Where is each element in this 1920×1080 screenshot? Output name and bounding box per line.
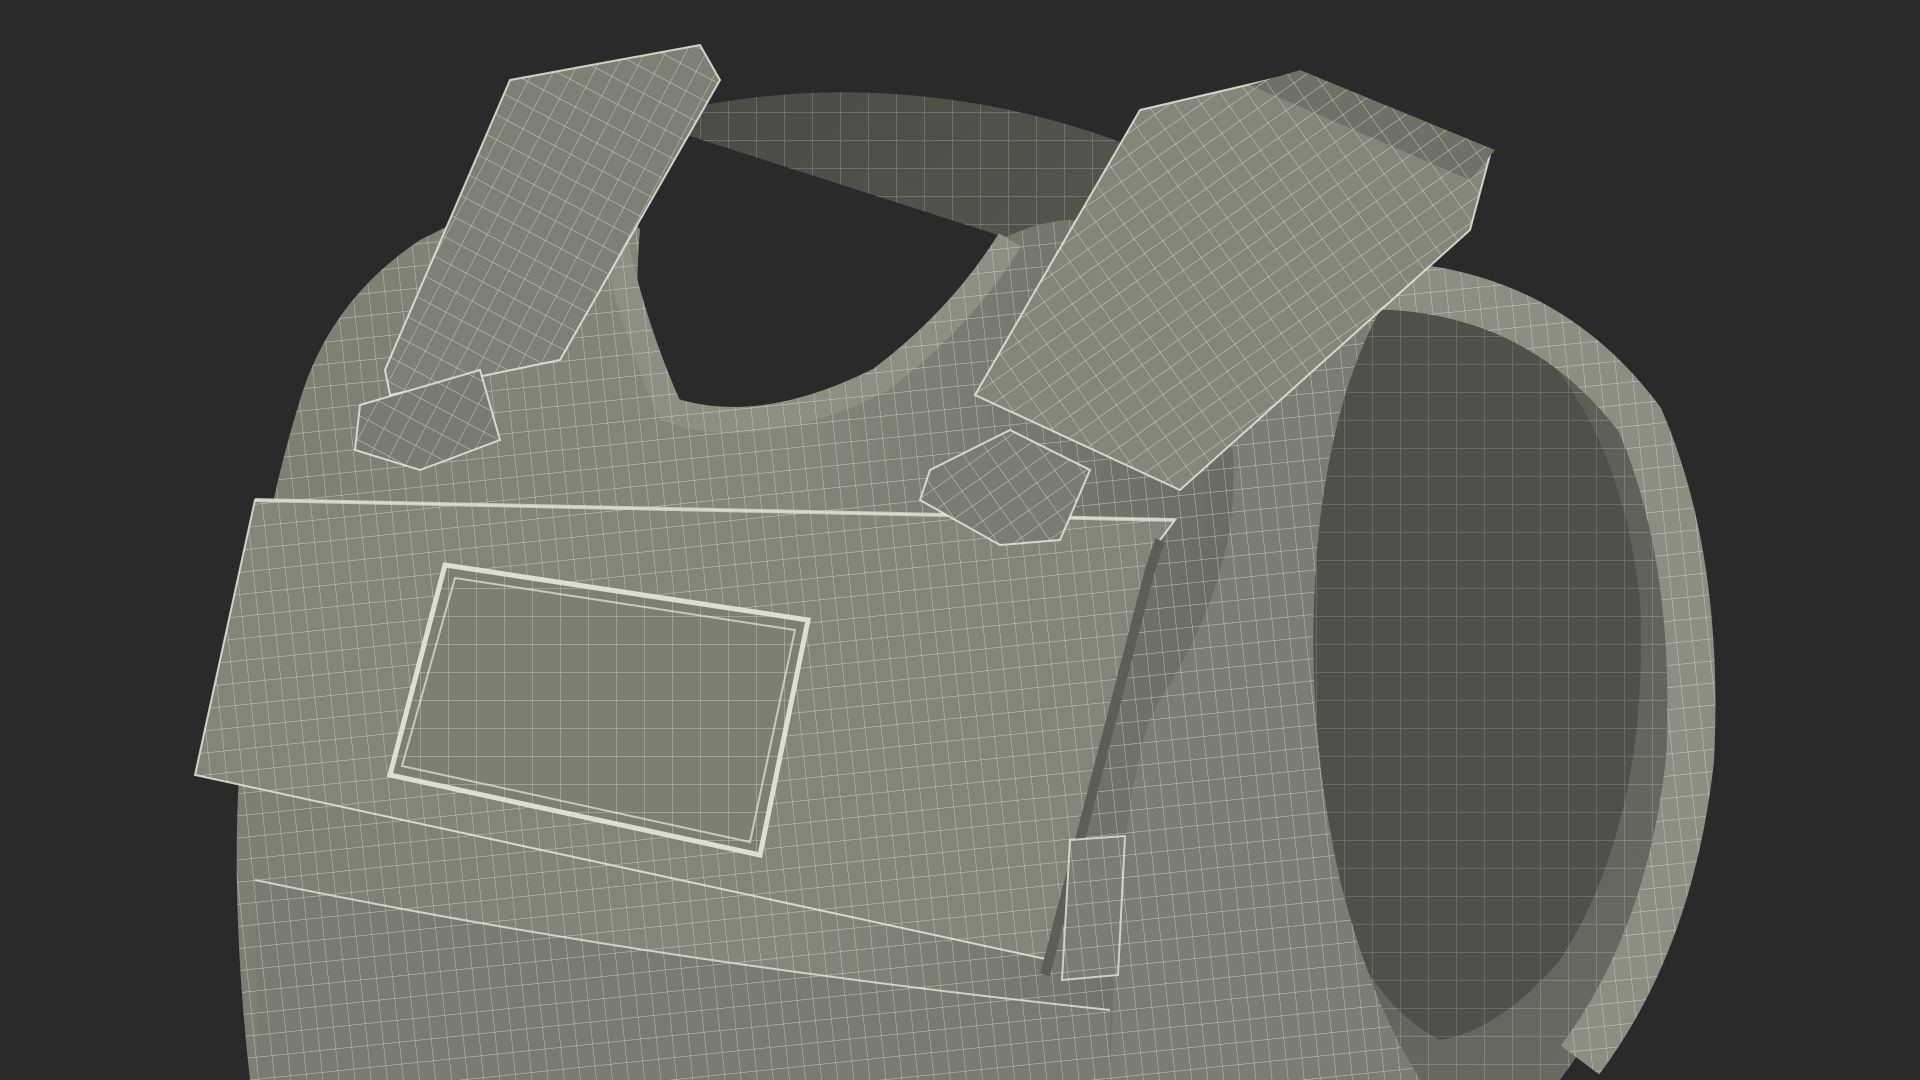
- side-tab: [1060, 834, 1127, 982]
- render-viewport: [0, 0, 1920, 1080]
